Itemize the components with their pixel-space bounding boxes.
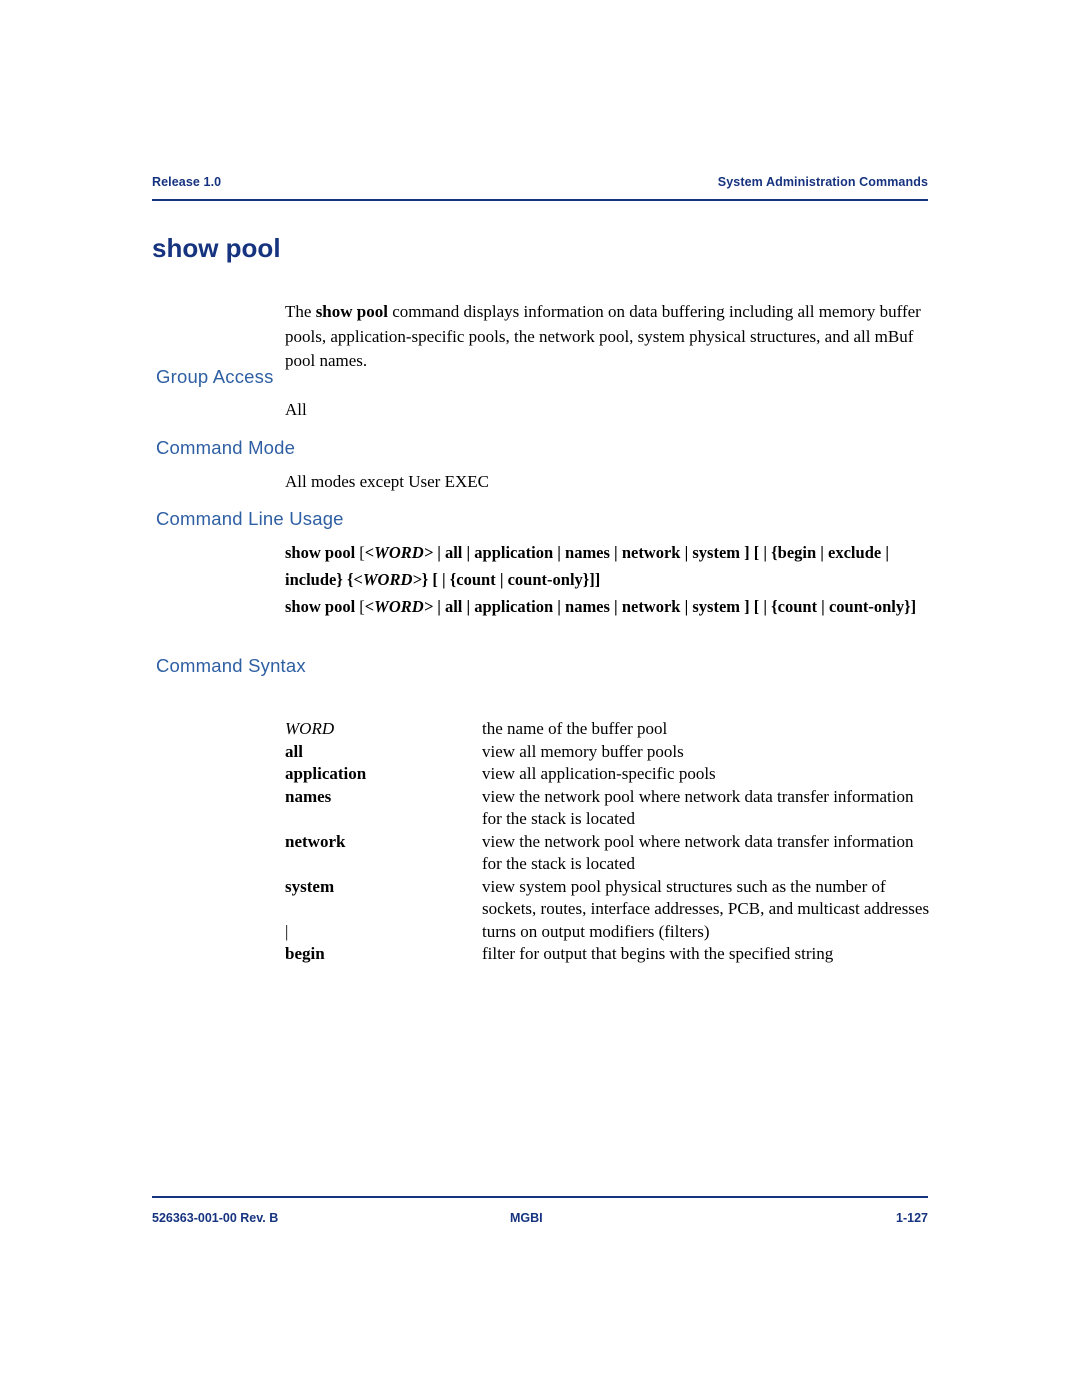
syntax-term: begin bbox=[285, 944, 325, 963]
intro-command-name: show pool bbox=[315, 302, 388, 321]
footer-document-number: 526363-001-00 Rev. B bbox=[152, 1211, 279, 1225]
usage2-part-d: | all | application | names | network | … bbox=[433, 597, 917, 616]
group-access-value: All bbox=[285, 400, 307, 419]
syntax-term: names bbox=[285, 786, 332, 806]
footer-company: MGBI bbox=[510, 1211, 543, 1225]
table-row: application view all application-specifi… bbox=[285, 763, 930, 786]
heading-command-syntax: Command Syntax bbox=[156, 655, 306, 676]
table-row: | turns on output modifiers (filters) bbox=[285, 921, 930, 944]
syntax-description: turns on output modifiers (filters) bbox=[482, 921, 710, 941]
usage2-part-a: show pool bbox=[285, 597, 360, 616]
syntax-term: WORD bbox=[285, 719, 335, 738]
heading-command-line-usage: Command Line Usage bbox=[156, 508, 344, 529]
syntax-description: filter for output that begins with the s… bbox=[482, 944, 834, 963]
syntax-term: application bbox=[285, 764, 367, 783]
syntax-term: | bbox=[285, 921, 289, 941]
usage1-word-2: <WORD> bbox=[353, 569, 422, 589]
footer-divider bbox=[152, 1196, 928, 1198]
command-syntax-table: WORD the name of the buffer pool all vie… bbox=[285, 718, 930, 966]
syntax-term: system bbox=[285, 876, 335, 896]
syntax-description: view system pool physical structures suc… bbox=[482, 876, 930, 919]
syntax-description: view all application-specific pools bbox=[482, 764, 716, 783]
header-divider bbox=[152, 199, 928, 201]
command-mode-value: All modes except User EXEC bbox=[285, 472, 489, 491]
usage2-word-1: <WORD> bbox=[364, 597, 434, 616]
command-line-usage-line-2: show pool [<WORD> | all | application | … bbox=[285, 594, 930, 621]
syntax-term: network bbox=[285, 831, 346, 851]
header-section-title: System Administration Commands bbox=[717, 175, 928, 189]
usage1-part-a: show pool bbox=[285, 543, 360, 562]
intro-pre: The bbox=[285, 302, 316, 321]
heading-group-access: Group Access bbox=[156, 366, 274, 387]
syntax-description: view the network pool where network data… bbox=[482, 786, 914, 829]
footer-page-number: 1-127 bbox=[896, 1211, 928, 1225]
usage1-part-f: } [ | {count | count-only}]] bbox=[421, 569, 601, 589]
document-page: Release 1.0 System Administration Comman… bbox=[0, 0, 1080, 1397]
table-row: system view system pool physical structu… bbox=[285, 876, 930, 921]
table-row: names view the network pool where networ… bbox=[285, 786, 930, 831]
heading-command-mode: Command Mode bbox=[156, 437, 296, 458]
intro-paragraph: The show pool command displays informati… bbox=[285, 300, 925, 374]
syntax-term: all bbox=[285, 741, 303, 761]
table-row: begin filter for output that begins with… bbox=[285, 943, 930, 966]
table-row: all view all memory buffer pools bbox=[285, 741, 930, 764]
usage1-word-1: <WORD> bbox=[364, 543, 434, 562]
table-row: WORD the name of the buffer pool bbox=[285, 718, 930, 741]
header-release: Release 1.0 bbox=[152, 175, 222, 189]
syntax-description: the name of the buffer pool bbox=[482, 719, 668, 738]
command-line-usage-line-1: show pool [<WORD> | all | application | … bbox=[285, 540, 930, 593]
syntax-description: view all memory buffer pools bbox=[482, 741, 684, 761]
page-header: Release 1.0 System Administration Comman… bbox=[152, 175, 928, 189]
table-row: network view the network pool where netw… bbox=[285, 831, 930, 876]
syntax-description: view the network pool where network data… bbox=[482, 831, 914, 874]
page-title: show pool bbox=[152, 233, 281, 263]
